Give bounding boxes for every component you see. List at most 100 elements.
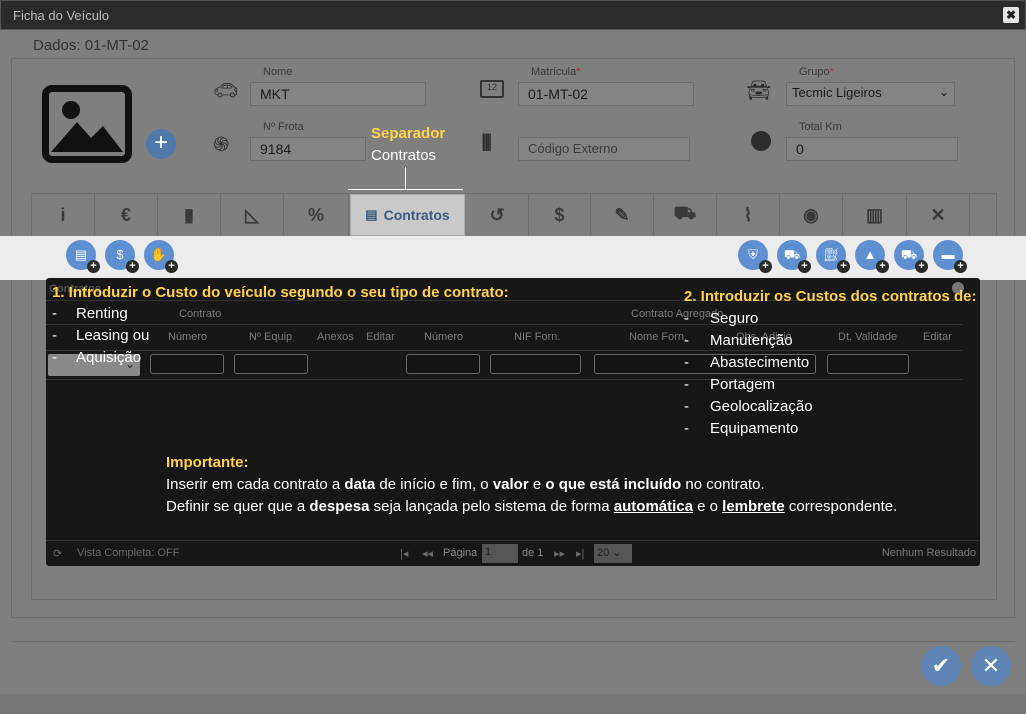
vista-completa-toggle[interactable]: Vista Completa: OFF	[77, 547, 180, 559]
tab-percent[interactable]: %	[284, 194, 349, 236]
annotation2-title: 2. Introduzir os Custos dos contratos de…	[684, 288, 977, 305]
tab-contratos[interactable]: ▤ Contratos	[350, 194, 465, 236]
toggle-icon: ◉	[803, 204, 819, 225]
add-contract-money-button[interactable]: $ +	[105, 240, 139, 273]
tab-dollar[interactable]: $	[529, 194, 591, 236]
frota-field[interactable]: 9184	[250, 137, 366, 161]
km-field[interactable]: 0	[786, 137, 958, 161]
plate-icon: 12	[480, 80, 504, 98]
col-nif-forn: NIF Forn.	[514, 331, 561, 343]
nome-label: Nome	[263, 66, 293, 78]
filter-nif-forn[interactable]	[490, 354, 581, 374]
add-fuel-button[interactable]: ⛽︎ +	[816, 240, 850, 273]
cancel-button[interactable]: ✕	[971, 646, 1011, 686]
confirm-button[interactable]: ✔	[921, 646, 961, 686]
filter-dt-validade[interactable]	[827, 354, 909, 374]
annotation2-dash: -	[684, 354, 689, 371]
plus-icon: +	[954, 260, 967, 273]
close-icon[interactable]: ✖	[1003, 7, 1019, 23]
col-n-equip: Nº Equip	[249, 331, 293, 343]
tab-tools[interactable]: ✕	[907, 194, 970, 236]
fuel-icon: ⛽︎	[822, 247, 840, 262]
add-insurance-button[interactable]: ⛨ +	[738, 240, 772, 273]
document-icon: ▤	[365, 207, 378, 222]
grupo-select[interactable]: Tecmic Ligeiros ⌄	[786, 82, 955, 106]
add-toll-button[interactable]: ▲ +	[855, 240, 889, 273]
matricula-field[interactable]: 01-MT-02	[518, 82, 694, 106]
last-page-icon[interactable]: ▸|	[576, 547, 584, 560]
window-titlebar: Ficha do Veículo ✖	[0, 0, 1026, 30]
car-icon: 🚗︎	[213, 80, 239, 102]
annotation2-dash: -	[684, 376, 689, 393]
shield-car-icon: ⛨	[748, 247, 758, 262]
grupo-label: Grupo*	[799, 66, 834, 78]
annotation2-dash: -	[684, 310, 689, 327]
next-page-icon[interactable]: ▸▸	[554, 547, 565, 560]
grid-line	[46, 350, 962, 351]
dollar-icon: $	[554, 204, 565, 225]
important-title: Importante:	[166, 454, 249, 471]
tab-info[interactable]: i	[32, 194, 95, 236]
annotation1-item: Renting	[76, 305, 128, 322]
filter-numero-agregado[interactable]	[406, 354, 480, 374]
annotation1-dash: -	[52, 349, 57, 366]
col-editar-agregado: Editar	[923, 331, 952, 343]
codigo-externo-field[interactable]: Código Externo	[518, 137, 690, 161]
callout-subtitle: Contratos	[371, 147, 437, 164]
add-contract-document-button[interactable]: ▤ +	[66, 240, 100, 273]
important-line-2: Definir se quer que a despesa seja lança…	[166, 498, 898, 515]
tab-bar: i € ▮ ◺ % ▤ Contratos ↺ $ ✎ ⛟ ⌇ ◉ ▥ ✕	[32, 194, 996, 236]
cars-icon: 🚘︎	[746, 80, 772, 102]
chevron-down-icon: ⌄	[938, 85, 949, 99]
equipment-icon: ▬	[941, 247, 955, 262]
refresh-icon[interactable]: ⟳	[53, 547, 62, 560]
filter-numero[interactable]	[150, 354, 224, 374]
tab-maintenance[interactable]: ✎	[591, 194, 654, 236]
image-placeholder-icon	[42, 85, 132, 163]
page-size-select[interactable]: 20 ⌄	[594, 544, 632, 563]
map-icon: ▥	[865, 204, 883, 225]
book-icon: ▮	[184, 204, 194, 225]
paperclip-icon: ⌇	[743, 204, 753, 225]
tab-costs[interactable]: €	[95, 194, 158, 236]
tab-attachments[interactable]: ⌇	[717, 194, 780, 236]
add-geolocation-button[interactable]: ⛟ +	[894, 240, 928, 273]
annotation2-item: Portagem	[710, 376, 776, 393]
tab-map[interactable]: ▥	[843, 194, 907, 236]
annotation2-item: Seguro	[710, 310, 759, 327]
col-numero-agregado: Número	[424, 331, 464, 343]
page-size-value: 20	[597, 547, 610, 559]
tab-history[interactable]: ↺	[466, 194, 529, 236]
tab-measure[interactable]: ◺	[221, 194, 284, 236]
add-photo-button[interactable]: +	[146, 129, 176, 159]
first-page-icon[interactable]: |◂	[400, 547, 408, 560]
plus-icon: +	[876, 260, 889, 273]
nome-field[interactable]: MKT	[250, 82, 426, 106]
grid-line	[46, 324, 962, 325]
col-nome-forn: Nome Forn.	[629, 331, 688, 343]
matricula-label: Matrícula*	[531, 66, 581, 78]
grid-line	[46, 379, 962, 380]
history-icon: ↺	[489, 204, 505, 225]
annotation1-item: Leasing ou	[76, 327, 150, 344]
annotation1-dash: -	[52, 305, 57, 322]
km-label: Total Km	[799, 121, 842, 133]
prev-page-icon[interactable]: ◂◂	[422, 547, 433, 560]
plus-icon: +	[87, 260, 100, 273]
filter-n-equip[interactable]	[234, 354, 308, 374]
divider	[11, 641, 1015, 642]
callout-title: Separador	[371, 125, 446, 142]
annotation2-dash: -	[684, 398, 689, 415]
add-equipment-button[interactable]: ▬ +	[933, 240, 967, 273]
add-maintenance-button[interactable]: ⛟ +	[777, 240, 811, 273]
annotation1-title: 1. Introduzir o Custo do veículo segundo…	[52, 284, 509, 301]
add-contract-handshake-button[interactable]: ✋ +	[144, 240, 178, 273]
col-dt-validade: Dt. Validade	[838, 331, 898, 343]
car-icon: ⛟	[900, 247, 918, 262]
tab-book[interactable]: ▮	[158, 194, 221, 236]
tab-toggle[interactable]: ◉	[780, 194, 843, 236]
tab-contratos-label: Contratos	[383, 207, 450, 223]
page-input[interactable]: 1	[482, 544, 518, 563]
window-title: Ficha do Veículo	[13, 8, 110, 23]
tab-vehicle[interactable]: ⛟	[654, 194, 717, 236]
